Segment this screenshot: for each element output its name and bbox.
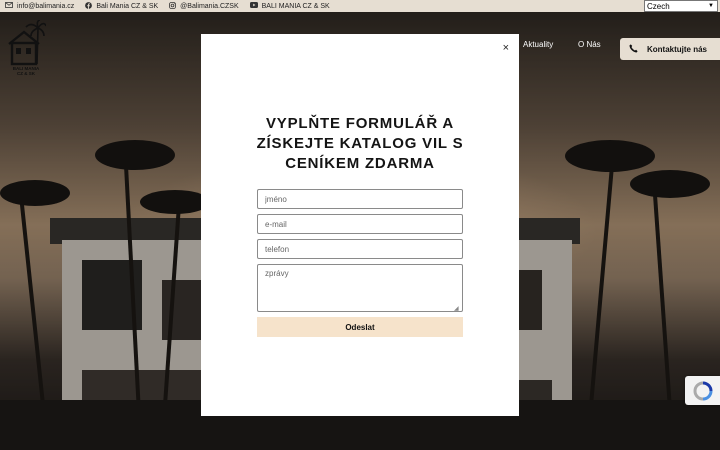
phone-icon <box>629 43 638 55</box>
recaptcha-icon <box>692 381 712 400</box>
modal-title: VYPLŇTE FORMULÁŘ A ZÍSKEJTE KATALOG VIL … <box>256 115 464 172</box>
contact-button-label: Kontaktujte nás <box>647 44 708 54</box>
nav-item-o-nas[interactable]: O Nás <box>578 40 601 49</box>
message-field[interactable] <box>257 264 463 312</box>
topbar-facebook[interactable]: Bali Mania CZ & SK <box>85 1 159 11</box>
language-selected: Czech <box>647 1 670 11</box>
top-contact-bar: info@balimania.cz Bali Mania CZ & SK @Ba… <box>0 0 720 12</box>
site-logo[interactable]: BALI MANIA CZ & SK <box>6 19 47 76</box>
mail-icon <box>5 2 13 10</box>
topbar-facebook-text: Bali Mania CZ & SK <box>96 2 159 10</box>
youtube-icon <box>249 2 258 10</box>
catalog-form-modal: × VYPLŇTE FORMULÁŘ A ZÍSKEJTE KATALOG VI… <box>201 34 519 416</box>
resize-grip-icon[interactable]: ◢ <box>454 305 459 312</box>
facebook-icon <box>85 1 93 11</box>
recaptcha-badge[interactable] <box>685 376 720 405</box>
contact-button[interactable]: Kontaktujte nás <box>620 38 720 60</box>
submit-button[interactable]: Odeslat <box>257 317 463 337</box>
house-palm-logo-icon <box>8 19 47 66</box>
nav-item-aktuality[interactable]: Aktuality <box>523 40 553 49</box>
topbar-instagram[interactable]: @Balimania.CZSK <box>169 1 239 11</box>
topbar-instagram-text: @Balimania.CZSK <box>180 2 239 10</box>
topbar-youtube-text: BALI MANIA CZ & SK <box>261 2 330 10</box>
language-select[interactable]: Czech ▼ <box>644 0 718 12</box>
logo-text: BALI MANIA CZ & SK <box>6 66 46 76</box>
logo-line-2: CZ & SK <box>17 71 35 76</box>
topbar-youtube[interactable]: BALI MANIA CZ & SK <box>249 2 330 10</box>
email-field[interactable] <box>257 214 463 234</box>
topbar-email-text: info@balimania.cz <box>17 2 75 10</box>
close-icon[interactable]: × <box>503 42 509 54</box>
phone-field[interactable] <box>257 239 463 259</box>
chevron-down-icon: ▼ <box>708 3 714 9</box>
name-field[interactable] <box>257 189 463 209</box>
topbar-email[interactable]: info@balimania.cz <box>5 2 74 10</box>
instagram-icon <box>169 1 177 11</box>
